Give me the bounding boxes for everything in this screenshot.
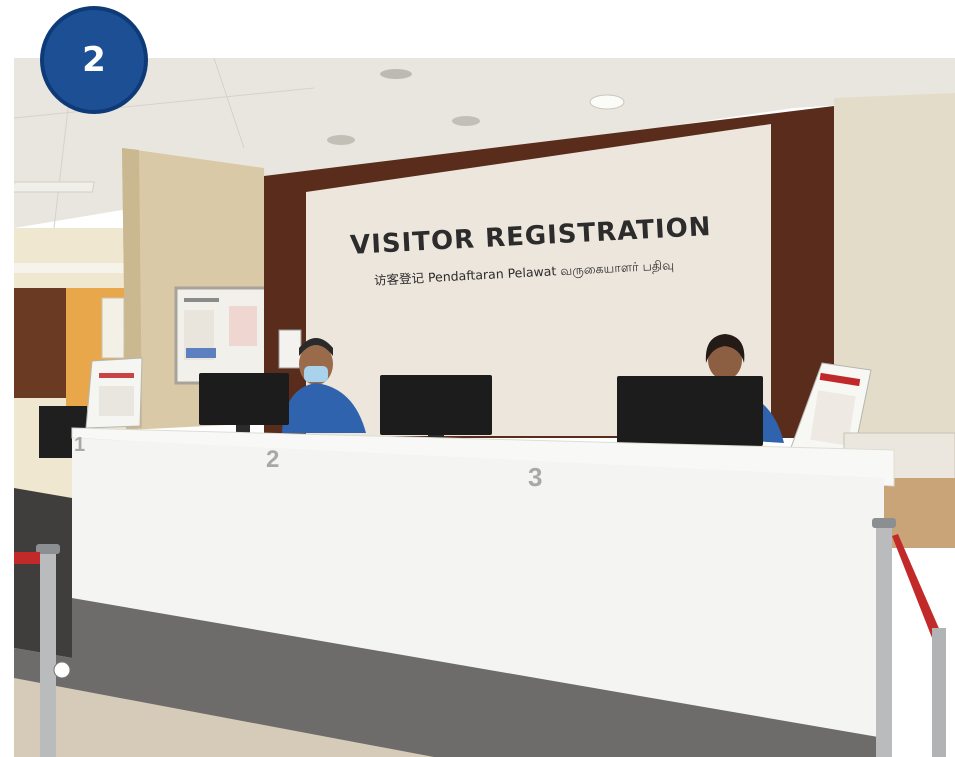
monitor-3 <box>617 376 763 454</box>
step-number: 2 <box>82 40 106 80</box>
step-number-badge: 2 <box>40 6 148 114</box>
reception-photo <box>14 58 955 757</box>
ceiling-light <box>452 116 480 126</box>
counter-number-2: 2 <box>266 446 280 473</box>
ceiling-light <box>589 94 625 110</box>
counter-number-3: 3 <box>528 462 543 492</box>
ceiling-light <box>380 69 412 79</box>
monitor-2 <box>380 375 492 443</box>
doorway <box>14 288 66 398</box>
poster <box>278 329 302 369</box>
brochure-stand-left <box>85 357 143 429</box>
counter-number-1: 1 <box>74 434 86 456</box>
ceiling-light <box>327 135 355 145</box>
stanchion-right <box>872 518 946 757</box>
